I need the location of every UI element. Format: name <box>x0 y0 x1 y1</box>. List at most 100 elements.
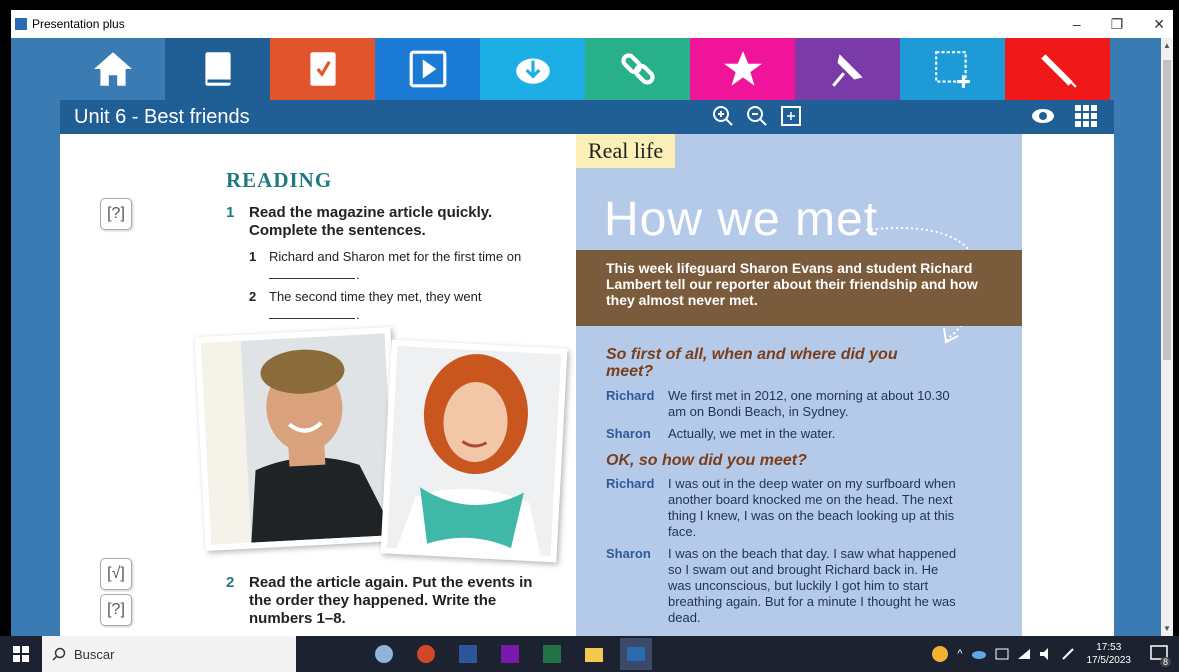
zoom-out-icon <box>747 106 767 126</box>
pen-icon[interactable] <box>1061 647 1075 661</box>
windows-icon <box>13 646 29 662</box>
photo-richard <box>194 327 402 551</box>
answer-4: I was on the beach that day. I saw what … <box>668 546 957 625</box>
download-button[interactable] <box>480 38 585 100</box>
view-controls <box>1030 104 1098 133</box>
scroll-thumb[interactable] <box>1163 60 1171 360</box>
home-button[interactable] <box>60 38 165 100</box>
video-button[interactable] <box>375 38 480 100</box>
exercise-2-line-2: the order they happened. Write the <box>249 592 497 609</box>
book-button[interactable] <box>165 38 270 100</box>
title-bar: Presentation plus – ❐ ✕ <box>11 10 1173 38</box>
fit-page-button[interactable] <box>778 103 804 129</box>
help-icon[interactable] <box>931 645 949 663</box>
app-word[interactable] <box>452 638 484 670</box>
play-icon <box>409 50 446 88</box>
scroll-up-icon[interactable]: ▲ <box>1163 41 1171 50</box>
article-title: How we met <box>604 193 879 246</box>
page-grid-button[interactable] <box>1074 104 1098 133</box>
window-controls: – ❐ ✕ <box>1073 10 1165 38</box>
browser-icon <box>375 645 393 663</box>
favorite-button[interactable] <box>690 38 795 100</box>
start-button[interactable] <box>0 636 42 672</box>
presentation-plus-icon <box>627 647 645 661</box>
system-tray: ^ 17:53 17/5/2023 <box>931 636 1131 672</box>
pencil-icon <box>1040 54 1077 88</box>
taskbar-search[interactable]: Buscar <box>42 636 296 672</box>
answer-3: I was out in the deep water on my surfbo… <box>668 476 956 539</box>
pencil-button[interactable] <box>1005 38 1110 100</box>
vertical-scrollbar[interactable]: ▲ ▼ <box>1161 38 1173 636</box>
wifi-icon[interactable] <box>1017 647 1031 661</box>
speaker-richard-1: Richard <box>606 388 655 403</box>
speaker-richard-2: Richard <box>606 476 655 491</box>
unit-title: Unit 6 - Best friends <box>74 106 250 128</box>
exercise-2-line-3: numbers 1–8. <box>249 610 346 627</box>
answer-blank-1[interactable] <box>269 278 355 279</box>
zoom-controls <box>710 103 804 129</box>
window-title: Presentation plus <box>32 17 125 31</box>
app-file-explorer[interactable] <box>578 638 610 670</box>
link-button[interactable] <box>585 38 690 100</box>
question-1: So first of all, when and where did you … <box>606 346 898 380</box>
item-2-text: The second time they met, they went <box>269 289 482 304</box>
select-area-button[interactable] <box>900 38 1005 100</box>
real-life-tag: Real life <box>576 134 676 168</box>
woman-photo <box>386 345 562 557</box>
restore-button[interactable]: ❐ <box>1111 16 1124 33</box>
fit-page-icon <box>781 106 801 126</box>
check-answers-icon[interactable]: [√] <box>100 558 132 590</box>
tray-expand-icon[interactable]: ^ <box>957 648 962 660</box>
volume-icon[interactable] <box>1039 647 1053 661</box>
clock-date: 17/5/2023 <box>1086 655 1132 666</box>
workbook-icon <box>309 52 336 86</box>
blank-1-period: . <box>356 267 360 282</box>
clock[interactable]: 17:53 17/5/2023 <box>1087 641 1132 667</box>
pin-button[interactable] <box>795 38 900 100</box>
exercise-2-number: 2 <box>226 574 235 591</box>
zoom-in-icon <box>713 106 733 126</box>
app-browser[interactable] <box>368 638 400 670</box>
answer-1: We first met in 2012, one morning at abo… <box>668 388 950 419</box>
cloud-download-icon <box>515 58 550 84</box>
photo-sharon <box>380 339 568 563</box>
answer-blank-2[interactable] <box>269 318 355 319</box>
blank-2-period: . <box>356 307 360 322</box>
show-answers-button[interactable] <box>1030 104 1056 133</box>
onenote-icon <box>501 645 519 663</box>
app-onenote[interactable] <box>494 638 526 670</box>
app-excel[interactable] <box>536 638 568 670</box>
book-icon <box>204 52 231 86</box>
star-icon <box>723 51 762 86</box>
exercise-1-line-1: Read the magazine article quickly. <box>249 204 493 221</box>
close-button[interactable]: ✕ <box>1153 16 1165 33</box>
app-presentation-plus[interactable] <box>620 638 652 670</box>
grid-icon <box>1075 105 1097 127</box>
exercise-1-number: 1 <box>226 204 235 221</box>
zoom-out-button[interactable] <box>744 103 770 129</box>
question-2: OK, so how did you meet? <box>606 452 807 469</box>
language-icon[interactable] <box>995 647 1009 661</box>
word-icon <box>459 645 477 663</box>
answer-key-icon-2[interactable]: [?] <box>100 594 132 626</box>
answer-2: Actually, we met in the water. <box>668 426 836 441</box>
notification-count: 8 <box>1159 657 1171 667</box>
main-toolbar <box>60 38 1110 100</box>
zoom-in-button[interactable] <box>710 103 736 129</box>
exercise-2-line-1: Read the article again. Put the events i… <box>249 574 533 591</box>
minimize-button[interactable]: – <box>1073 16 1081 32</box>
powerpoint-icon <box>417 645 435 663</box>
article-intro: This week lifeguard Sharon Evans and stu… <box>576 250 1022 326</box>
app-powerpoint[interactable] <box>410 638 442 670</box>
eye-icon <box>1032 109 1054 123</box>
answer-key-icon[interactable]: [?] <box>100 198 132 230</box>
taskbar: Buscar ^ 17:53 17/5/2023 8 <box>0 636 1179 672</box>
onedrive-icon[interactable] <box>971 648 987 660</box>
notification-center-button[interactable]: 8 <box>1149 645 1171 667</box>
workbook-button[interactable] <box>270 38 375 100</box>
folder-icon <box>585 648 603 662</box>
pin-icon <box>831 54 863 87</box>
app-window: Presentation plus – ❐ ✕ Unit 6 - Best fr… <box>11 10 1173 636</box>
scroll-down-icon[interactable]: ▼ <box>1163 624 1171 633</box>
item-1-number: 1 <box>249 249 257 264</box>
